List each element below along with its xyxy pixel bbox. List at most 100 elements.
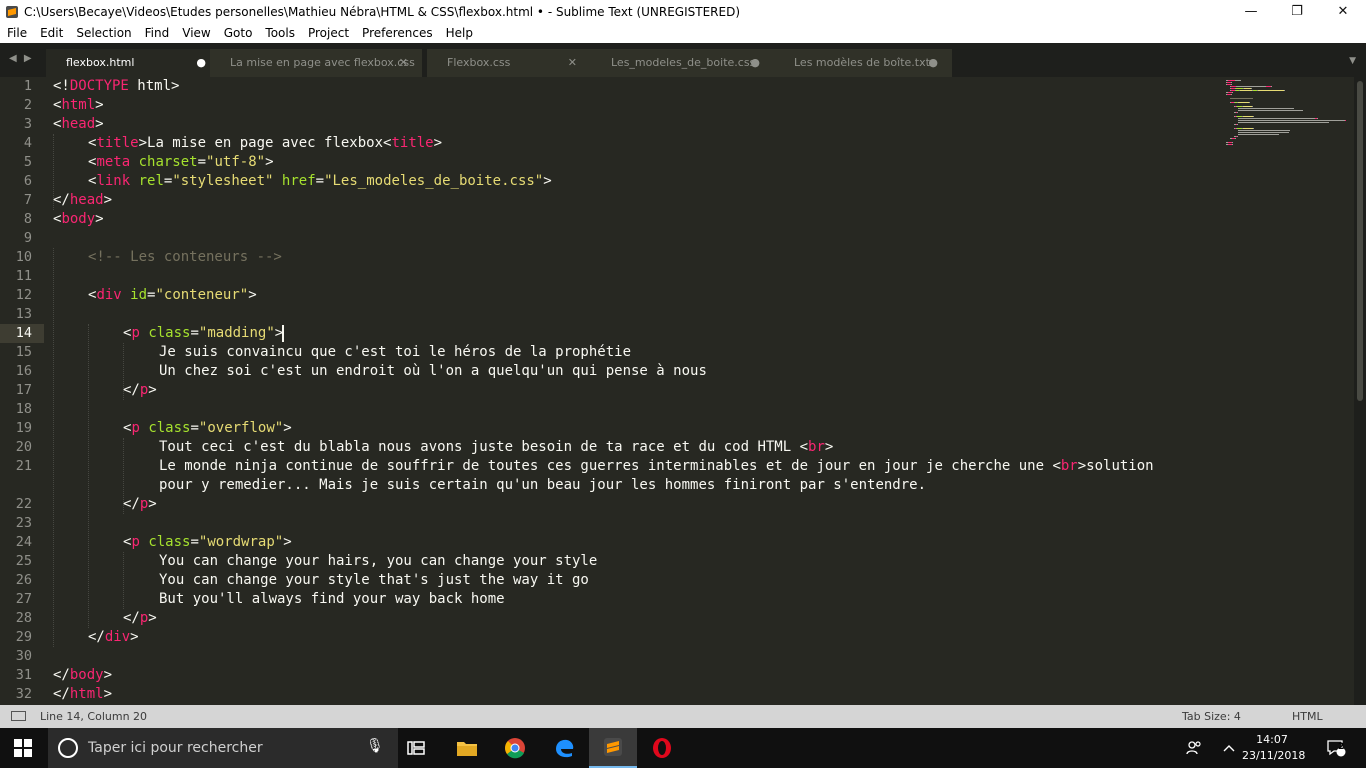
tab-list-dropdown-icon[interactable]: ▼ xyxy=(1349,56,1356,66)
code-line[interactable]: <!-- Les conteneurs --> xyxy=(88,248,282,267)
menu-selection[interactable]: Selection xyxy=(69,26,137,40)
panel-toggle-icon[interactable] xyxy=(11,711,26,721)
edge-icon[interactable] xyxy=(540,728,588,768)
close-button[interactable]: ✕ xyxy=(1320,0,1366,23)
tab-les-modeles-de-boite-txt[interactable]: Les modèles de boîte.txt ● xyxy=(774,49,952,77)
minimize-button[interactable]: — xyxy=(1228,0,1274,23)
menu-tools[interactable]: Tools xyxy=(258,26,301,40)
code-line[interactable]: <title>La mise en page avec flexbox<titl… xyxy=(88,134,442,153)
minimap-stroke xyxy=(1238,134,1279,135)
code-line[interactable]: Un chez soi c'est un endroit où l'on a q… xyxy=(159,362,707,381)
code-line[interactable]: <p class="madding"> xyxy=(123,324,283,343)
code-line[interactable]: pour y remedier... Mais je suis certain … xyxy=(159,476,926,495)
tab-size-selector[interactable]: Tab Size: 4 xyxy=(1182,710,1241,723)
minimap-stroke xyxy=(1249,102,1250,103)
modified-dot-icon[interactable]: ● xyxy=(928,56,938,69)
tab-mise-en-page-css[interactable]: La mise en page avec flexbox.css ✕ xyxy=(210,49,422,77)
sublime-text-taskbar-icon[interactable] xyxy=(589,728,637,768)
code-token: p xyxy=(131,325,140,341)
code-line[interactable]: <meta charset="utf-8"> xyxy=(88,153,274,172)
code-line[interactable]: You can change your hairs, you can chang… xyxy=(159,552,597,571)
code-line[interactable]: Je suis convaincu que c'est toi le héros… xyxy=(159,343,631,362)
code-line[interactable]: <div id="conteneur"> xyxy=(88,286,257,305)
close-icon[interactable]: ✕ xyxy=(568,56,577,69)
line-number: 13 xyxy=(15,306,32,322)
code-line[interactable]: <!DOCTYPE html> xyxy=(53,77,179,96)
code-token: "conteneur" xyxy=(155,287,249,303)
people-icon[interactable] xyxy=(1180,728,1208,768)
taskbar-clock[interactable]: 14:07 23/11/2018 xyxy=(1242,732,1306,764)
code-line[interactable]: </head> xyxy=(53,191,112,210)
line-number: 7 xyxy=(23,192,32,208)
menu-help[interactable]: Help xyxy=(439,26,479,40)
cursor-position: Line 14, Column 20 xyxy=(40,710,148,723)
menu-find[interactable]: Find xyxy=(138,26,176,40)
task-view-icon[interactable] xyxy=(392,728,440,768)
maximize-button[interactable]: ❐ xyxy=(1274,0,1320,23)
clock-date: 23/11/2018 xyxy=(1242,749,1306,762)
code-line[interactable]: </body> xyxy=(53,666,112,685)
indent-guide xyxy=(123,552,124,609)
indent-guide xyxy=(88,324,89,628)
minimap-stroke xyxy=(1243,116,1253,117)
modified-dot-icon[interactable]: ● xyxy=(196,56,206,69)
close-icon[interactable]: ✕ xyxy=(399,56,408,69)
code-line[interactable]: </p> xyxy=(123,381,157,400)
code-line[interactable]: <html> xyxy=(53,96,104,115)
file-explorer-icon[interactable] xyxy=(443,728,491,768)
minimap[interactable] xyxy=(1222,77,1352,705)
code-line[interactable]: <p class="overflow"> xyxy=(123,419,292,438)
code-line[interactable]: </p> xyxy=(123,495,157,514)
minimap-stroke xyxy=(1235,80,1241,81)
menu-project[interactable]: Project xyxy=(301,26,355,40)
scrollbar-thumb[interactable] xyxy=(1357,81,1363,401)
code-line[interactable]: </div> xyxy=(88,628,139,647)
taskbar-search-box[interactable]: Taper ici pour rechercher 🎙 xyxy=(48,728,398,768)
sublime-text-icon xyxy=(4,4,20,20)
line-number: 12 xyxy=(15,287,32,303)
tab-flexbox-css[interactable]: Flexbox.css ✕ xyxy=(427,49,591,77)
code-line[interactable]: </p> xyxy=(123,609,157,628)
menu-goto[interactable]: Goto xyxy=(217,26,259,40)
windows-start-icon[interactable] xyxy=(14,739,32,757)
opera-icon[interactable] xyxy=(638,728,686,768)
notification-center-icon[interactable]: 2 xyxy=(1318,728,1354,768)
menu-file[interactable]: File xyxy=(0,26,33,40)
menu-view[interactable]: View xyxy=(175,26,216,40)
code-token: = xyxy=(315,173,325,189)
code-token: But you'll always find your way back hom… xyxy=(159,591,505,607)
code-line[interactable]: Tout ceci c'est du blabla nous avons jus… xyxy=(159,438,833,457)
code-token: "wordwrap" xyxy=(198,534,284,550)
code-line[interactable]: But you'll always find your way back hom… xyxy=(159,590,505,609)
code-line[interactable]: <link rel="stylesheet" href="Les_modeles… xyxy=(88,172,552,191)
microphone-icon[interactable]: 🎙 xyxy=(366,738,384,754)
tab-les-modeles-de-boite-css[interactable]: Les_modeles_de_boite.css ● xyxy=(591,49,774,77)
code-line[interactable]: Le monde ninja continue de souffrir de t… xyxy=(159,457,1154,476)
code-token: Tout ceci c'est du blabla nous avons jus… xyxy=(159,439,809,455)
menu-edit[interactable]: Edit xyxy=(33,26,69,40)
tab-flexbox-html[interactable]: flexbox.html ● xyxy=(46,49,214,77)
minimap-stroke xyxy=(1232,92,1233,93)
code-line[interactable]: <body> xyxy=(53,210,104,229)
code-line[interactable]: </html> xyxy=(53,685,112,704)
vertical-scrollbar[interactable] xyxy=(1354,77,1366,705)
code-token: DOCTYPE xyxy=(69,78,129,94)
tab-nav-arrows-icon[interactable]: ◀ ▶ xyxy=(9,53,34,64)
chevron-up-icon[interactable] xyxy=(1216,728,1242,768)
syntax-selector[interactable]: HTML xyxy=(1292,710,1323,723)
code-line[interactable]: <head> xyxy=(53,115,104,134)
menu-preferences[interactable]: Preferences xyxy=(355,26,439,40)
minimap-stroke xyxy=(1231,94,1232,95)
chrome-icon[interactable] xyxy=(491,728,539,768)
code-token: pour y remedier... Mais je suis certain … xyxy=(159,477,927,493)
code-token: > xyxy=(95,116,104,132)
code-line[interactable]: <p class="wordwrap"> xyxy=(123,533,292,552)
notification-count: 2 xyxy=(1338,742,1345,752)
line-number: 24 xyxy=(15,534,32,550)
modified-dot-icon[interactable]: ● xyxy=(750,56,760,69)
code-line[interactable]: You can change your style that's just th… xyxy=(159,571,589,590)
code-editor[interactable]: <!DOCTYPE html> <html> <head> <title>La mis… xyxy=(53,77,1223,705)
status-bar: Line 14, Column 20 Tab Size: 4 HTML xyxy=(0,705,1366,728)
line-number: 27 xyxy=(15,591,32,607)
minimap-stroke xyxy=(1271,86,1272,87)
